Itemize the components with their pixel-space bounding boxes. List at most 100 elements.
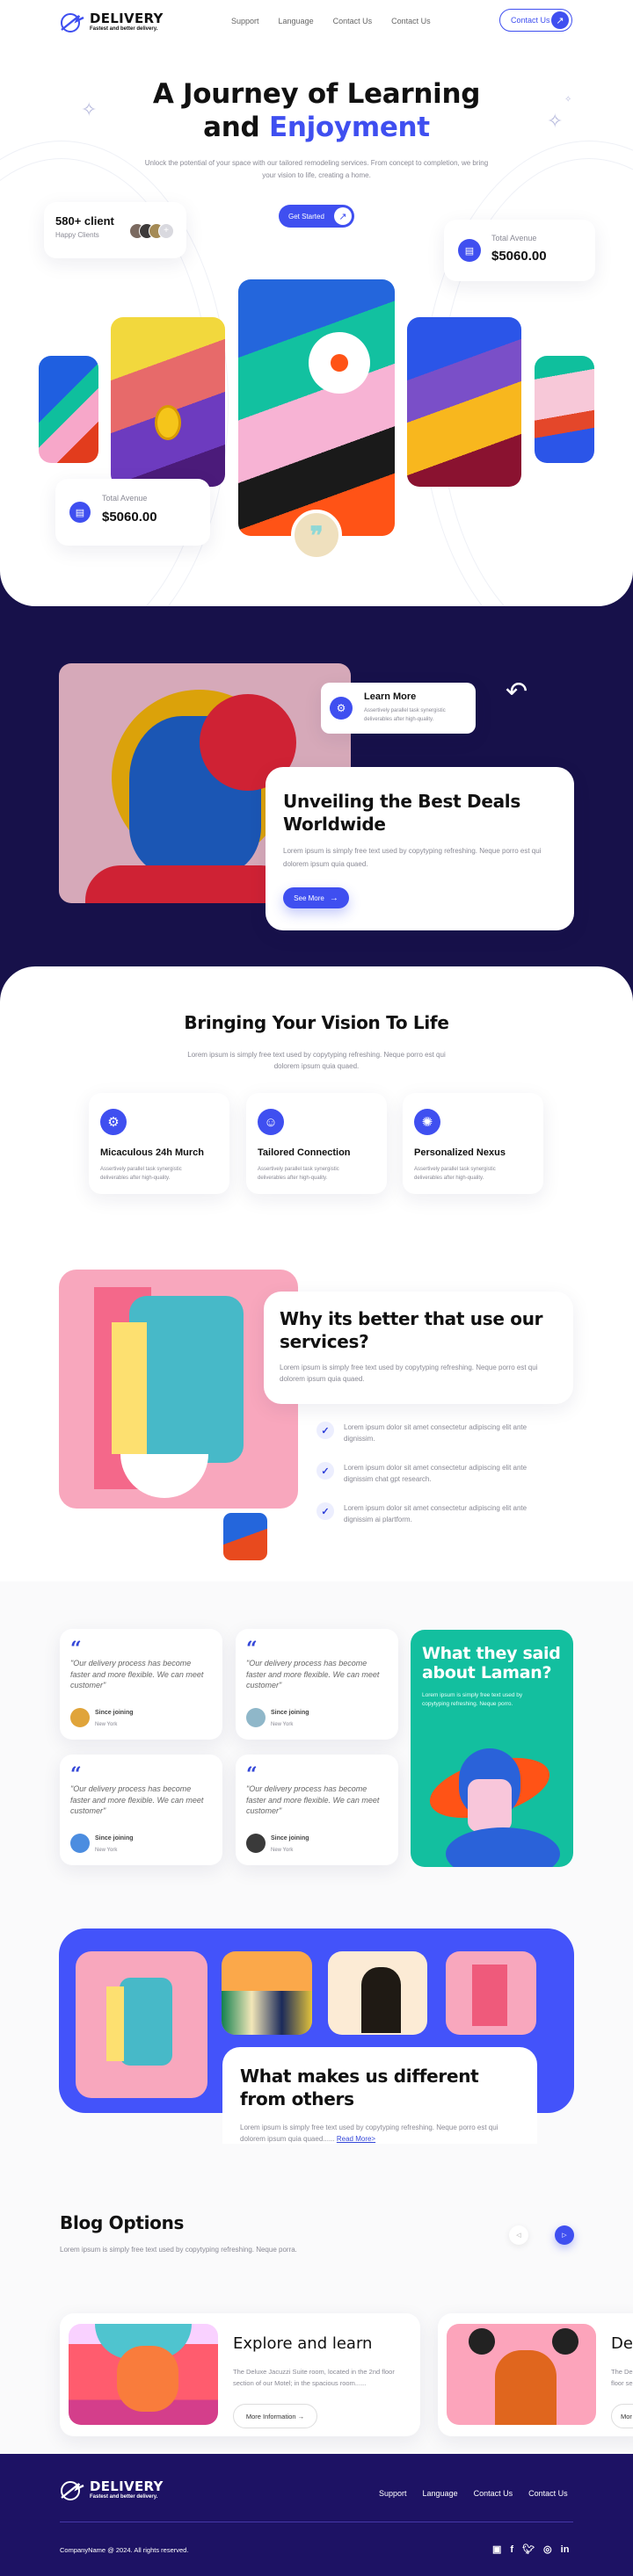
testimonial-name: Since joining	[271, 1835, 309, 1842]
instagram-icon[interactable]: ◎	[543, 2543, 552, 2555]
hero-title-accent: Enjoyment	[268, 112, 430, 143]
more-avatars-button[interactable]: +	[158, 223, 174, 239]
testimonial-name: Since joining	[95, 1710, 134, 1716]
get-started-label: Get Started	[288, 212, 324, 221]
learn-more-title: Learn More	[364, 691, 417, 702]
brand-name: DELIVERY	[90, 2478, 164, 2494]
testimonial-location: New York	[271, 1848, 294, 1853]
quote-icon: “	[70, 1763, 82, 1786]
thumb-art	[223, 1513, 267, 1560]
why-points: ✓ Lorem ipsum dolor sit amet consectetur…	[316, 1422, 554, 1525]
feature-card: ☺ Tailored Connection Assertively parall…	[246, 1093, 387, 1194]
revenue-value: $5060.00	[491, 249, 547, 264]
linkedin-icon[interactable]: in	[561, 2544, 570, 2555]
deals-text: Lorem ipsum is simply free text used by …	[283, 847, 542, 868]
blog-card-art	[447, 2324, 596, 2425]
read-more-link[interactable]: Read More>	[337, 2135, 375, 2143]
clients-card: 580+ client Happy Clients +	[44, 202, 186, 258]
nav-language[interactable]: Language	[279, 17, 314, 25]
testimonial-quote: "Our delivery process has become faster …	[246, 1784, 380, 1815]
hero-title-line1: A Journey of Learning	[152, 78, 481, 110]
why-card: Why its better that use our services? Lo…	[264, 1292, 573, 1404]
art-shape	[361, 1967, 401, 2033]
nav-contact-us[interactable]: Contact Us	[333, 17, 373, 25]
footer-nav-language[interactable]: Language	[423, 2489, 458, 2498]
check-icon: ✓	[316, 1422, 334, 1439]
client-avatars: +	[129, 223, 174, 239]
why-point-text: Lorem ipsum dolor sit amet consectetur a…	[344, 1464, 528, 1483]
different-art-3	[328, 1951, 427, 2035]
contact-us-button[interactable]: Contact Us ↗	[499, 9, 572, 32]
feature-card: ✺ Personalized Nexus Assertively paralle…	[403, 1093, 543, 1194]
why-point: ✓ Lorem ipsum dolor sit amet consectetur…	[316, 1462, 554, 1485]
youtube-icon[interactable]: ▣	[492, 2543, 501, 2555]
hero-art-3	[238, 279, 395, 536]
art-shape	[472, 1965, 507, 2026]
learn-more-card[interactable]: ⚙ Learn More Assertively parallel task s…	[321, 683, 476, 734]
hero-section: DELIVERY Fastest and better delivery. Su…	[0, 0, 633, 606]
testimonial-quote: "Our delivery process has become faster …	[70, 1659, 204, 1690]
carousel-next-button[interactable]: ▷	[555, 2225, 574, 2245]
feature-title: Personalized Nexus	[414, 1147, 506, 1158]
clients-label: Happy Clients	[55, 231, 99, 239]
feature-text: Assertively parallel task synergistic de…	[414, 1167, 496, 1181]
testimonial-card: “ "Our delivery process has become faste…	[236, 1755, 398, 1865]
feature-title: Micaculous 24h Murch	[100, 1147, 204, 1158]
why-thumb	[220, 1509, 271, 1564]
footer-nav-contact-us[interactable]: Contact Us	[474, 2489, 513, 2498]
blog-card[interactable]: Explore and learn The Deluxe Jacuzzi Sui…	[60, 2313, 420, 2436]
head-icon: ☺	[258, 1109, 284, 1135]
hero-art-5	[535, 356, 594, 463]
more-information-button[interactable]: More Information →	[233, 2404, 317, 2428]
learn-more-text: Assertively parallel task synergistic de…	[364, 708, 446, 722]
nav-support[interactable]: Support	[231, 17, 259, 25]
testimonial-quote: "Our delivery process has become faster …	[70, 1784, 204, 1815]
side-text: Lorem ipsum is simply free text used by …	[422, 1692, 523, 1707]
testimonial-name: Since joining	[271, 1710, 309, 1716]
testimonial-card: “ "Our delivery process has become faste…	[60, 1755, 222, 1865]
art-shape	[117, 2346, 178, 2412]
side-title: What they said about Laman?	[422, 1644, 561, 1682]
testimonial-location: New York	[271, 1722, 294, 1727]
art-shape	[552, 2328, 578, 2355]
footer-nav-support[interactable]: Support	[379, 2489, 407, 2498]
gear-icon: ⚙	[100, 1109, 127, 1135]
art-shape	[495, 2350, 557, 2425]
clients-value: 580+ client	[55, 214, 114, 228]
why-text: Lorem ipsum is simply free text used by …	[280, 1364, 538, 1383]
art-shape	[85, 865, 296, 903]
revenue-card-right: ▤ Total Avenue $5060.00	[444, 220, 595, 281]
nav-contact-us-2[interactable]: Contact Us	[391, 17, 431, 25]
why-title: Why its better that use our services?	[280, 1308, 543, 1352]
brand-tagline: Fastest and better delivery.	[90, 25, 158, 32]
footer-nav-contact-us-2[interactable]: Contact Us	[528, 2489, 568, 2498]
carousel-prev-button[interactable]: ◁	[509, 2225, 528, 2245]
blog-card[interactable]: De The De floor se Mor	[438, 2313, 633, 2436]
revenue-label: Total Avenue	[491, 234, 537, 242]
avatar	[70, 1708, 90, 1727]
wallet-icon: ▤	[458, 239, 481, 262]
footer-nav: Support Language Contact Us Contact Us	[379, 2489, 568, 2498]
avatar	[70, 1834, 90, 1853]
different-text: Lorem ipsum is simply free text used by …	[240, 2122, 521, 2145]
different-art-main	[76, 1951, 207, 2098]
different-art-2	[222, 1951, 312, 2035]
blog-card-text: The Deluxe Jacuzzi Suite room, located i…	[233, 2368, 395, 2387]
arrow-right-icon: →	[329, 893, 338, 903]
more-information-button[interactable]: Mor	[611, 2404, 633, 2428]
revenue-value: $5060.00	[102, 510, 157, 525]
art-shape	[120, 1454, 208, 1498]
hero-title: A Journey of Learning and Enjoyment	[0, 77, 633, 144]
copyright: CompanyName @ 2024. All rights reserved.	[60, 2546, 189, 2554]
get-started-button[interactable]: Get Started ↗	[279, 205, 354, 228]
facebook-icon[interactable]: f	[510, 2544, 513, 2555]
feature-text: Assertively parallel task synergistic de…	[100, 1167, 182, 1181]
art-shape	[120, 1978, 172, 2066]
see-more-button[interactable]: See More →	[283, 887, 349, 908]
why-art	[59, 1270, 298, 1509]
hero-title-line2: and Enjoyment	[0, 111, 633, 144]
quote-icon: “	[246, 1763, 258, 1786]
brand-logo[interactable]: DELIVERY Fastest and better delivery.	[60, 11, 164, 33]
twitter-icon[interactable]: 🐦︎	[522, 2543, 535, 2555]
footer-logo[interactable]: DELIVERY Fastest and better delivery.	[60, 2478, 164, 2501]
